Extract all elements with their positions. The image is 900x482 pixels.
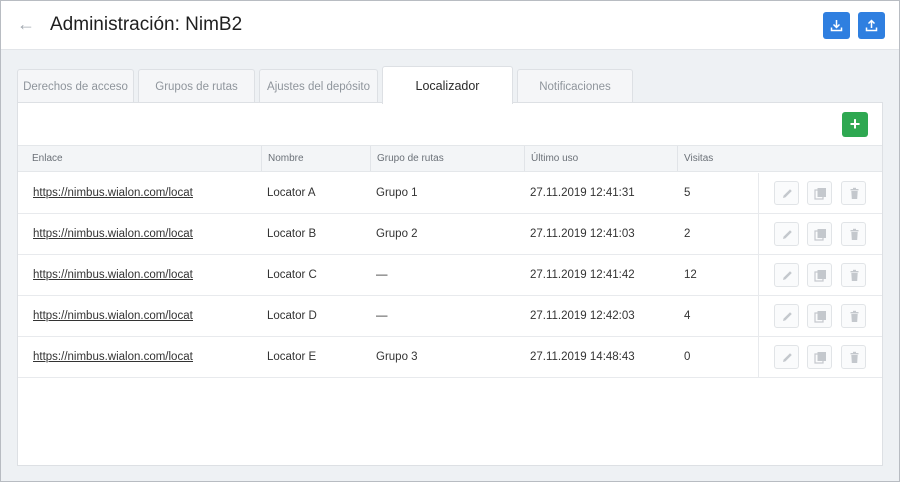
tab-notificaciones[interactable]: Notificaciones: [517, 69, 633, 103]
trash-icon: [850, 269, 859, 281]
tab-grupos-de-rutas[interactable]: Grupos de rutas: [138, 69, 255, 103]
column-header-ultimo-uso[interactable]: Último uso: [524, 146, 677, 171]
row-actions: [758, 296, 882, 336]
top-header: ← Administración: NimB2: [0, 0, 900, 50]
cell-name: Locator A: [267, 187, 316, 199]
trash-icon: [850, 187, 859, 199]
row-actions: [758, 255, 882, 295]
locator-link[interactable]: https://nimbus.wialon.com/locator/: [33, 269, 193, 281]
copy-button[interactable]: [807, 304, 832, 328]
cell-last-used: 27.11.2019 14:48:43: [530, 351, 635, 363]
tab-ajustes-del-deposito[interactable]: Ajustes del depósito: [259, 69, 378, 103]
cell-visits: 5: [684, 187, 691, 199]
locator-panel: + Enlace Nombre Grupo de rutas Último us…: [17, 102, 883, 466]
row-actions: [758, 337, 882, 377]
tab-localizador[interactable]: Localizador: [382, 66, 513, 104]
copy-icon: [814, 270, 826, 282]
cell-group: —: [376, 269, 388, 281]
locator-link[interactable]: https://nimbus.wialon.com/locator/: [33, 187, 193, 199]
cell-name: Locator B: [267, 228, 317, 240]
cell-name: Locator E: [267, 351, 317, 363]
add-locator-button[interactable]: +: [842, 112, 868, 137]
delete-button[interactable]: [841, 181, 866, 205]
pencil-icon: [783, 353, 792, 362]
cell-name: Locator D: [267, 310, 317, 322]
pencil-icon: [783, 312, 792, 321]
tab-bar: Derechos de acceso Grupos de rutas Ajust…: [17, 66, 883, 104]
table-row: https://nimbus.wialon.com/locator/Locato…: [18, 173, 882, 214]
column-header-nombre[interactable]: Nombre: [261, 146, 370, 171]
delete-button[interactable]: [841, 345, 866, 369]
edit-button[interactable]: [774, 222, 799, 246]
row-actions: [758, 173, 882, 213]
cell-link: https://nimbus.wialon.com/locator/: [33, 214, 193, 254]
cell-visits: 0: [684, 351, 691, 363]
table-row: https://nimbus.wialon.com/locator/Locato…: [18, 296, 882, 337]
cell-visits: 2: [684, 228, 691, 240]
pencil-icon: [783, 189, 792, 198]
cell-last-used: 27.11.2019 12:41:03: [530, 228, 635, 240]
cell-visits: 12: [684, 269, 697, 281]
pencil-icon: [783, 271, 792, 280]
cell-last-used: 27.11.2019 12:41:42: [530, 269, 635, 281]
cell-group: Grupo 3: [376, 351, 418, 363]
column-header-grupo[interactable]: Grupo de rutas: [370, 146, 524, 171]
cell-link: https://nimbus.wialon.com/locator/: [33, 173, 193, 213]
cell-group: —: [376, 310, 388, 322]
tab-derechos-de-acceso[interactable]: Derechos de acceso: [17, 69, 134, 103]
download-icon: [830, 20, 843, 32]
cell-last-used: 27.11.2019 12:41:31: [530, 187, 635, 199]
arrow-left-icon[interactable]: ←: [14, 12, 38, 36]
table-row: https://nimbus.wialon.com/locator/Locato…: [18, 337, 882, 378]
delete-button[interactable]: [841, 263, 866, 287]
copy-button[interactable]: [807, 345, 832, 369]
upload-button[interactable]: [858, 12, 885, 39]
table-row: https://nimbus.wialon.com/locator/Locato…: [18, 255, 882, 296]
page-title: Administración: NimB2: [50, 14, 243, 35]
edit-button[interactable]: [774, 304, 799, 328]
column-header-enlace[interactable]: Enlace: [18, 146, 261, 171]
copy-icon: [814, 188, 826, 200]
copy-icon: [814, 229, 826, 241]
upload-icon: [865, 19, 878, 32]
cell-link: https://nimbus.wialon.com/locator/: [33, 337, 193, 377]
edit-button[interactable]: [774, 263, 799, 287]
edit-button[interactable]: [774, 181, 799, 205]
delete-button[interactable]: [841, 222, 866, 246]
cell-last-used: 27.11.2019 12:42:03: [530, 310, 635, 322]
locator-link[interactable]: https://nimbus.wialon.com/locator/: [33, 351, 193, 363]
trash-icon: [850, 228, 859, 240]
copy-button[interactable]: [807, 222, 832, 246]
copy-icon: [814, 352, 826, 364]
cell-visits: 4: [684, 310, 691, 322]
cell-group: Grupo 1: [376, 187, 418, 199]
table-header: Enlace Nombre Grupo de rutas Último uso …: [18, 145, 882, 172]
pencil-icon: [783, 230, 792, 239]
cell-name: Locator C: [267, 269, 317, 281]
column-header-visitas[interactable]: Visitas: [677, 146, 882, 171]
edit-button[interactable]: [774, 345, 799, 369]
table-row: https://nimbus.wialon.com/locator/Locato…: [18, 214, 882, 255]
cell-group: Grupo 2: [376, 228, 418, 240]
download-button[interactable]: [823, 12, 850, 39]
trash-icon: [850, 351, 859, 363]
cell-link: https://nimbus.wialon.com/locator/: [33, 296, 193, 336]
locator-link[interactable]: https://nimbus.wialon.com/locator/: [33, 310, 193, 322]
copy-button[interactable]: [807, 263, 832, 287]
cell-link: https://nimbus.wialon.com/locator/: [33, 255, 193, 295]
copy-button[interactable]: [807, 181, 832, 205]
delete-button[interactable]: [841, 304, 866, 328]
locator-link[interactable]: https://nimbus.wialon.com/locator/: [33, 228, 193, 240]
row-actions: [758, 214, 882, 254]
copy-icon: [814, 311, 826, 323]
trash-icon: [850, 310, 859, 322]
